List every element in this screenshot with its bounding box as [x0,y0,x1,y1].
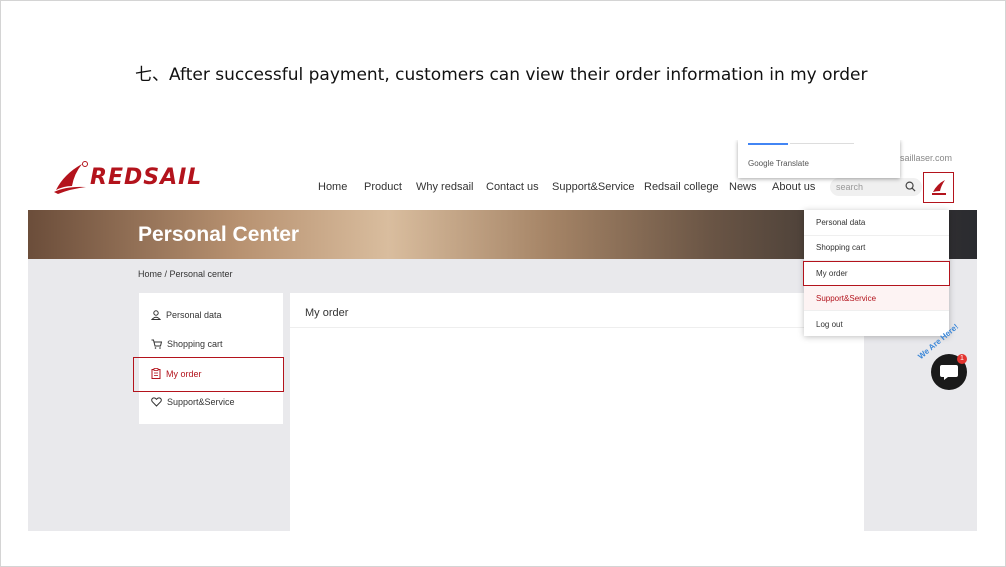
highlight-my-order-sidebar [133,357,284,392]
nav-product[interactable]: Product [364,181,402,193]
sidebar-item-label: Personal data [166,310,222,320]
site-header: REDSAIL Home Product Why redsail Contact… [28,140,977,210]
slide-caption: 七、After successful payment, customers ca… [135,65,868,85]
user-icon [151,310,161,320]
panel-divider [290,327,864,328]
translate-progress-bar [748,143,788,145]
user-avatar-button[interactable] [923,172,954,203]
order-panel: My order [290,293,864,531]
nav-support-service[interactable]: Support&Service [552,181,635,193]
sidebar-item-support-service[interactable]: Support&Service [151,397,235,407]
heart-icon [151,397,162,407]
highlight-my-order-dropdown [803,261,950,286]
google-translate-popup[interactable]: Google Translate [738,140,900,178]
sidebar-item-label: Shopping cart [167,339,223,349]
site-domain: saillaser.com [900,153,953,163]
nav-news[interactable]: News [729,181,757,193]
redsail-avatar-icon [931,179,946,195]
dropdown-item-log-out[interactable]: Log out [816,320,843,329]
sidebar-item-shopping-cart[interactable]: Shopping cart [151,339,223,349]
nav-about-us[interactable]: About us [772,181,815,193]
sidebar-item-label: Support&Service [167,397,235,407]
brand-name: REDSAIL [90,164,203,190]
redsail-logo[interactable]: REDSAIL [52,160,202,194]
dropdown-divider [804,235,949,236]
website-screenshot: REDSAIL Home Product Why redsail Contact… [28,140,977,531]
nav-contact-us[interactable]: Contact us [486,181,539,193]
cart-icon [151,339,162,349]
dropdown-item-support-service[interactable]: Support&Service [816,294,876,303]
search-icon[interactable] [905,181,916,192]
panel-title: My order [305,307,349,319]
dropdown-item-personal-data[interactable]: Personal data [816,218,865,227]
google-translate-label: Google Translate [748,159,809,168]
search-box[interactable]: search [830,178,922,196]
sidebar-item-personal-data[interactable]: Personal data [151,310,222,320]
breadcrumb[interactable]: Home / Personal center [138,269,233,279]
sail-logo-icon [54,161,88,194]
translate-divider [790,143,854,144]
dropdown-item-shopping-cart[interactable]: Shopping cart [816,243,865,252]
search-placeholder: search [836,182,864,192]
chat-notification-badge: 1 [957,354,967,364]
dropdown-divider [804,310,949,311]
nav-home[interactable]: Home [318,181,347,193]
nav-redsail-college[interactable]: Redsail college [644,181,719,193]
page-title: Personal Center [138,223,300,246]
nav-why-redsail[interactable]: Why redsail [416,181,473,193]
